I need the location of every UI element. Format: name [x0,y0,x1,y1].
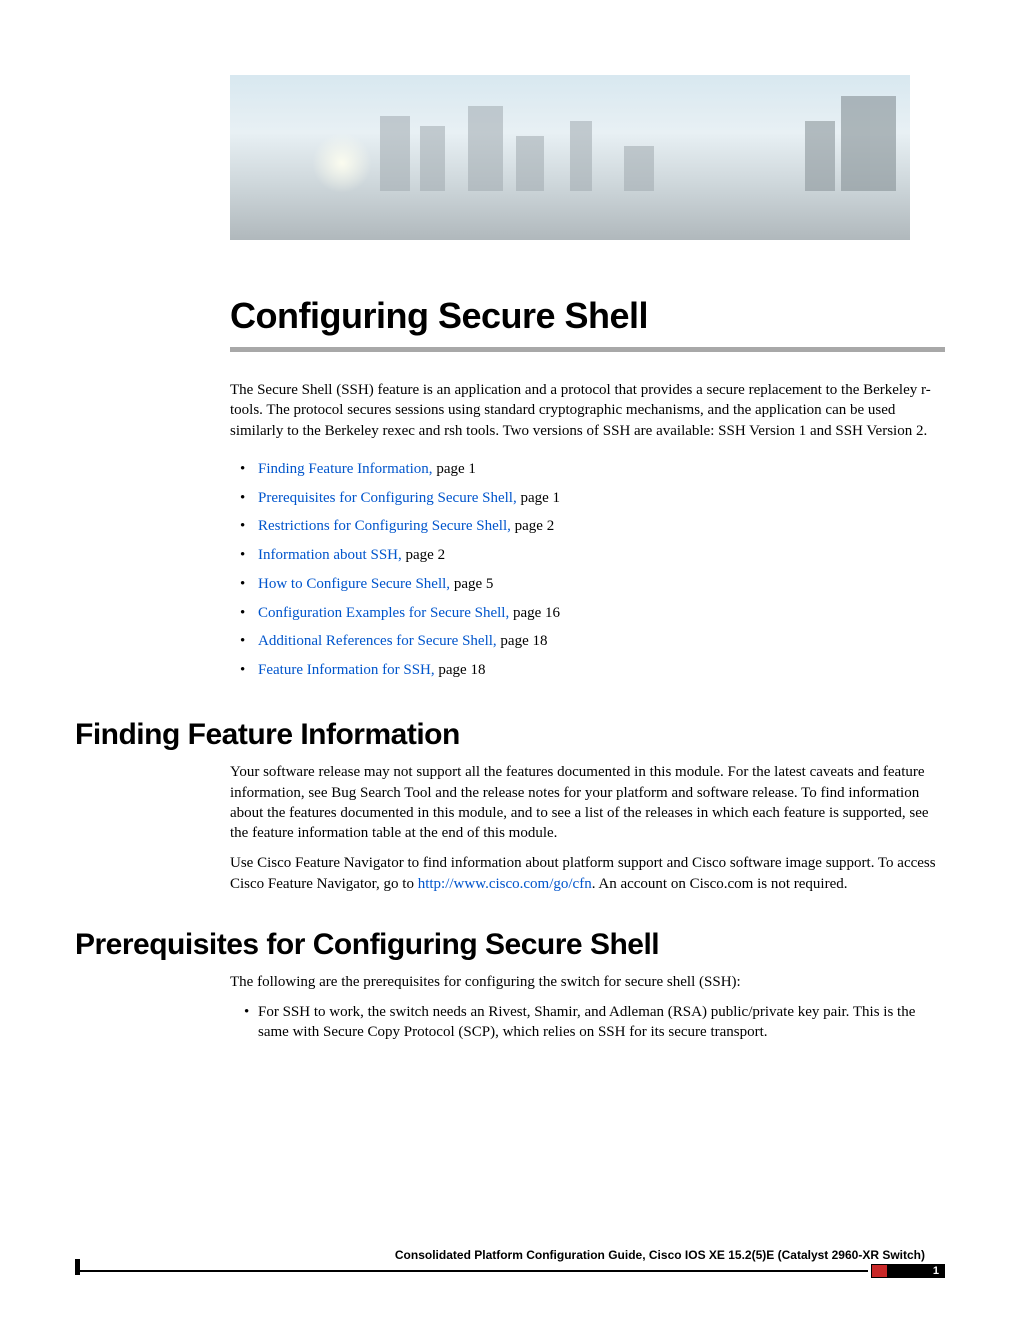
footer-guide-title: Consolidated Platform Configuration Guid… [75,1248,945,1262]
section1-paragraph: Your software release may not support al… [230,762,945,843]
toc-link[interactable]: How to Configure Secure Shell, page 5 [258,576,493,592]
prerequisites-list: For SSH to work, the switch needs an Riv… [258,1002,945,1043]
toc-link[interactable]: Additional References for Secure Shell, … [258,633,548,649]
toc-link[interactable]: Configuration Examples for Secure Shell,… [258,605,560,621]
toc-item: How to Configure Secure Shell, page 5 [258,574,945,594]
toc-item: Feature Information for SSH, page 18 [258,660,945,680]
toc-item: Information about SSH, page 2 [258,545,945,565]
chapter-title: Configuring Secure Shell [230,295,945,352]
toc-link[interactable]: Information about SSH, page 2 [258,547,445,563]
toc-link[interactable]: Feature Information for SSH, page 18 [258,662,485,678]
page-number: 1 [887,1264,945,1278]
cfn-link[interactable]: http://www.cisco.com/go/cfn [418,876,592,892]
toc-link[interactable]: Finding Feature Information, page 1 [258,461,476,477]
toc-item: Additional References for Secure Shell, … [258,631,945,651]
section2-paragraph: The following are the prerequisites for … [230,972,945,992]
hero-cityscape-image [230,75,910,240]
toc-item: Configuration Examples for Secure Shell,… [258,603,945,623]
footer-color-swatch [871,1264,887,1278]
toc-link[interactable]: Restrictions for Configuring Secure Shel… [258,518,554,534]
toc-link[interactable]: Prerequisites for Configuring Secure She… [258,490,560,506]
intro-paragraph: The Secure Shell (SSH) feature is an app… [230,380,945,441]
section-heading-finding-feature: Finding Feature Information [75,718,945,752]
list-item: For SSH to work, the switch needs an Riv… [258,1002,945,1043]
page-footer: Consolidated Platform Configuration Guid… [75,1248,945,1278]
table-of-contents: Finding Feature Information, page 1 Prer… [258,459,945,681]
toc-item: Finding Feature Information, page 1 [258,459,945,479]
section1-paragraph: Use Cisco Feature Navigator to find info… [230,853,945,894]
section-heading-prerequisites: Prerequisites for Configuring Secure She… [75,928,945,962]
toc-item: Restrictions for Configuring Secure Shel… [258,516,945,536]
toc-item: Prerequisites for Configuring Secure She… [258,488,945,508]
